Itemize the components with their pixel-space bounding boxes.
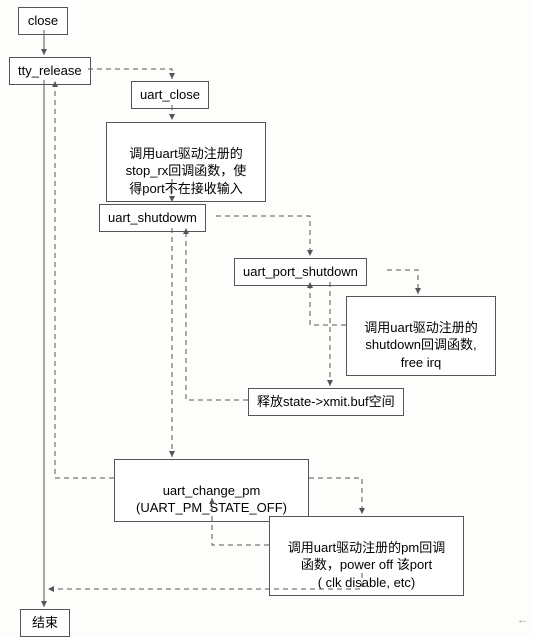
- node-shutdown-cb-label: 调用uart驱动注册的 shutdown回调函数, free irq: [364, 320, 477, 370]
- node-uart-close-label: uart_close: [140, 87, 200, 102]
- node-uart-port-shutdown-label: uart_port_shutdown: [243, 264, 358, 279]
- node-uart-change-pm: uart_change_pm (UART_PM_STATE_OFF): [114, 459, 309, 522]
- node-end-label: 结束: [32, 615, 58, 630]
- node-free-xmit: 释放state->xmit.buf空间: [248, 388, 404, 416]
- node-free-xmit-label: 释放state->xmit.buf空间: [257, 394, 395, 409]
- node-pm-cb-label: 调用uart驱动注册的pm回调 函数，power off 该port ( clk…: [288, 540, 445, 590]
- node-uart-port-shutdown: uart_port_shutdown: [234, 258, 367, 286]
- node-stop-rx: 调用uart驱动注册的 stop_rx回调函数，使 得port不在接收输入: [106, 122, 266, 202]
- node-shutdown-cb: 调用uart驱动注册的 shutdown回调函数, free irq: [346, 296, 496, 376]
- node-uart-shutdown: uart_shutdowm: [99, 204, 206, 232]
- node-tty-release: tty_release: [9, 57, 91, 85]
- node-uart-change-pm-label: uart_change_pm (UART_PM_STATE_OFF): [136, 483, 287, 516]
- footer-mark: ←: [517, 614, 528, 626]
- node-tty-release-label: tty_release: [18, 63, 82, 78]
- node-stop-rx-label: 调用uart驱动注册的 stop_rx回调函数，使 得port不在接收输入: [126, 146, 247, 196]
- node-close-label: close: [28, 13, 58, 28]
- node-uart-close: uart_close: [131, 81, 209, 109]
- node-end: 结束: [20, 609, 70, 637]
- node-uart-shutdown-label: uart_shutdowm: [108, 210, 197, 225]
- node-close: close: [18, 7, 68, 35]
- node-pm-cb: 调用uart驱动注册的pm回调 函数，power off 该port ( clk…: [269, 516, 464, 596]
